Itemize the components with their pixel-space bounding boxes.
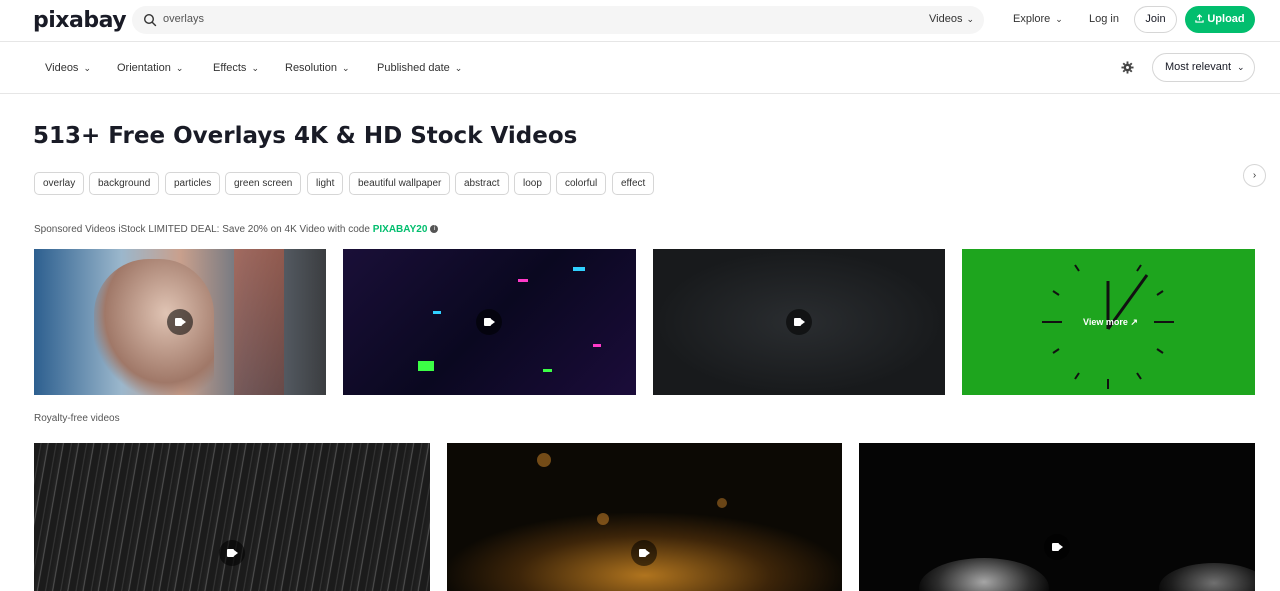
filter-effects[interactable]: Effects ⌄ — [213, 62, 259, 74]
info-icon[interactable]: i — [430, 225, 439, 234]
bokeh-dot — [717, 498, 727, 508]
sort-dropdown[interactable]: Most relevant ⌄ — [1152, 53, 1255, 82]
join-button[interactable]: Join — [1134, 6, 1177, 33]
search-input[interactable]: overlays — [163, 13, 204, 25]
login-link[interactable]: Log in — [1089, 13, 1119, 25]
video-thumbnail[interactable] — [34, 443, 430, 591]
sort-label: Most relevant — [1165, 61, 1232, 73]
tag-chip[interactable]: light — [307, 172, 344, 195]
glitch-block — [418, 361, 434, 371]
video-thumbnail[interactable] — [859, 443, 1255, 591]
pixabay-logo[interactable]: pixabay — [33, 8, 127, 33]
chevron-down-icon: ⌄ — [175, 63, 184, 73]
search-type-label: Videos — [929, 13, 963, 25]
sponsored-text: Sponsored Videos iStock LIMITED DEAL: Sa… — [34, 224, 373, 235]
view-more-link[interactable]: View more ↗ — [1083, 317, 1138, 328]
filter-label: Orientation — [117, 62, 171, 74]
glitch-block — [518, 279, 528, 282]
portrait-figure — [94, 259, 214, 395]
search-icon — [143, 13, 157, 27]
video-camera-icon — [786, 309, 812, 335]
section-label: Royalty-free videos — [34, 413, 120, 424]
sponsored-video-thumbnail[interactable] — [34, 249, 326, 395]
chevron-down-icon: ⌄ — [1237, 62, 1245, 72]
tag-chip[interactable]: effect — [612, 172, 655, 195]
tag-chip[interactable]: green screen — [225, 172, 302, 195]
video-camera-icon — [476, 309, 502, 335]
tag-chip[interactable]: background — [89, 172, 160, 195]
tag-chip[interactable]: colorful — [556, 172, 607, 195]
glitch-block — [593, 344, 601, 347]
sponsored-video-thumbnail[interactable] — [653, 249, 945, 395]
sponsored-video-thumbnail[interactable]: View more ↗ — [962, 249, 1255, 395]
glitch-block — [433, 311, 441, 314]
promo-code[interactable]: PIXABAY20 — [373, 224, 428, 235]
upload-label: Upload — [1207, 13, 1245, 25]
tags-next-button[interactable]: › — [1243, 164, 1266, 187]
sponsored-video-thumbnail[interactable] — [343, 249, 636, 395]
chevron-down-icon: ⌄ — [454, 63, 463, 73]
chevron-down-icon: ⌄ — [1055, 14, 1063, 24]
bokeh-dot — [597, 513, 609, 525]
explore-menu[interactable]: Explore ⌄ — [1013, 13, 1063, 25]
sponsored-label: Sponsored Videos iStock LIMITED DEAL: Sa… — [34, 224, 439, 235]
search-bar[interactable]: overlays Videos ⌄ — [132, 6, 984, 34]
upload-icon — [1195, 14, 1205, 23]
chevron-down-icon: ⌄ — [251, 63, 259, 73]
video-camera-icon — [631, 540, 657, 566]
top-header: pixabay overlays Videos ⌄ Explore ⌄ Log in… — [0, 0, 1280, 42]
chevron-down-icon: ⌄ — [341, 63, 350, 73]
filter-label: Resolution — [285, 62, 337, 74]
chevron-down-icon: ⌄ — [83, 63, 91, 73]
tag-chip[interactable]: particles — [165, 172, 221, 195]
chevron-down-icon: ⌄ — [966, 14, 974, 24]
filter-videos[interactable]: Videos ⌄ — [45, 62, 91, 74]
glitch-block — [543, 369, 552, 372]
page-title: 513+ Free Overlays 4K & HD Stock Videos — [33, 123, 578, 149]
filter-published-date[interactable]: Published date ⌄ — [377, 62, 462, 74]
glitch-block — [573, 267, 585, 271]
video-camera-icon — [167, 309, 193, 335]
filter-orientation[interactable]: Orientation ⌄ — [117, 62, 183, 74]
smoke-cloud — [1159, 563, 1255, 591]
video-thumbnail[interactable] — [447, 443, 842, 591]
upload-button[interactable]: Upload — [1185, 6, 1255, 33]
filter-label: Published date — [377, 62, 450, 74]
video-camera-icon — [219, 540, 245, 566]
search-type-dropdown[interactable]: Videos ⌄ — [929, 13, 974, 25]
filter-label: Effects — [213, 62, 247, 74]
filter-label: Videos — [45, 62, 79, 74]
explore-label: Explore — [1013, 13, 1051, 25]
filter-resolution[interactable]: Resolution ⌄ — [285, 62, 350, 74]
tag-chip[interactable]: loop — [514, 172, 551, 195]
view-more-label: View more — [1083, 317, 1128, 327]
gear-icon[interactable] — [1121, 61, 1134, 74]
bokeh-dot — [537, 453, 551, 467]
tag-chip[interactable]: overlay — [34, 172, 85, 195]
filter-bar: Videos ⌄ Orientation ⌄ Effects ⌄ Resolution… — [0, 42, 1280, 94]
chevron-right-icon: › — [1252, 170, 1257, 181]
smoke-cloud — [919, 558, 1049, 591]
video-camera-icon — [1044, 534, 1070, 560]
tag-chip[interactable]: beautiful wallpaper — [349, 172, 451, 195]
tag-chip[interactable]: abstract — [455, 172, 509, 195]
screen-glow — [234, 249, 284, 395]
